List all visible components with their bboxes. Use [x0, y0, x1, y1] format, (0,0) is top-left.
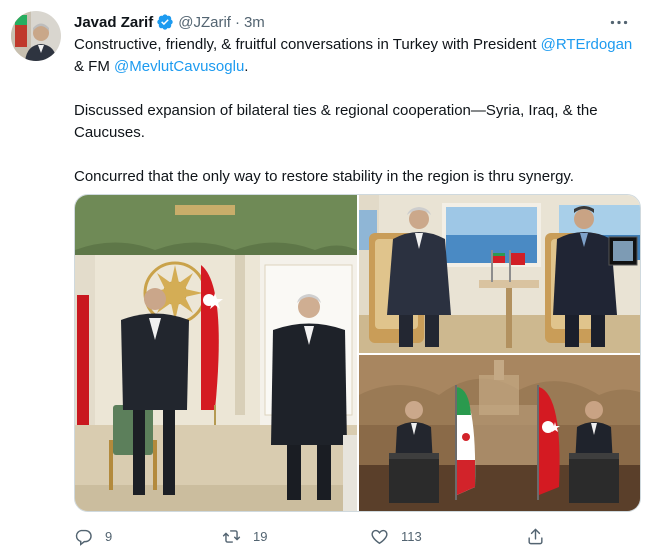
verified-badge-icon — [156, 13, 174, 31]
reply-count: 9 — [105, 528, 113, 544]
avatar[interactable] — [11, 11, 61, 61]
photo-2[interactable] — [359, 195, 640, 353]
share-icon — [528, 528, 543, 544]
author-handle[interactable]: @JZarif — [178, 14, 231, 31]
reply-button[interactable]: 9 — [74, 527, 112, 546]
media-grid — [74, 194, 641, 512]
share-button[interactable] — [526, 527, 545, 546]
author-name[interactable]: Javad Zarif — [74, 14, 153, 31]
tweet-card[interactable]: Javad Zarif @JZarif · 3m Constructive, f… — [0, 0, 650, 556]
retweet-icon — [222, 529, 241, 543]
more-options-icon[interactable] — [608, 12, 630, 32]
mention-mevlutcavusoglu[interactable]: @MevlutCavusoglu — [114, 58, 244, 75]
paragraph1-mid: & FM — [74, 58, 114, 75]
photo-1[interactable] — [75, 195, 357, 511]
header-separator: · — [234, 13, 240, 31]
reply-icon — [75, 529, 92, 546]
like-count: 113 — [401, 528, 422, 544]
heart-icon — [371, 529, 388, 544]
action-bar: 9 19 113 — [74, 524, 554, 548]
photo-3[interactable] — [359, 355, 640, 511]
retweet-button[interactable]: 19 — [222, 527, 267, 546]
tweet-paragraph-3: Concurred that the only way to restore s… — [74, 168, 574, 185]
mention-rterdogan[interactable]: @RTErdogan — [541, 36, 633, 53]
tweet-timestamp[interactable]: 3m — [244, 14, 265, 31]
tweet-paragraph-1: Constructive, friendly, & fruitful conve… — [74, 34, 634, 78]
like-button[interactable]: 113 — [370, 527, 422, 546]
retweet-count: 19 — [253, 528, 268, 544]
tweet-text: Constructive, friendly, & fruitful conve… — [74, 34, 634, 188]
avatar-image — [11, 11, 61, 61]
paragraph1-start: Constructive, friendly, & fruitful conve… — [74, 36, 541, 53]
tweet-paragraph-2: Discussed expansion of bilateral ties & … — [74, 102, 598, 141]
paragraph1-end: . — [244, 58, 249, 75]
tweet-header: Javad Zarif @JZarif · 3m — [74, 12, 265, 32]
